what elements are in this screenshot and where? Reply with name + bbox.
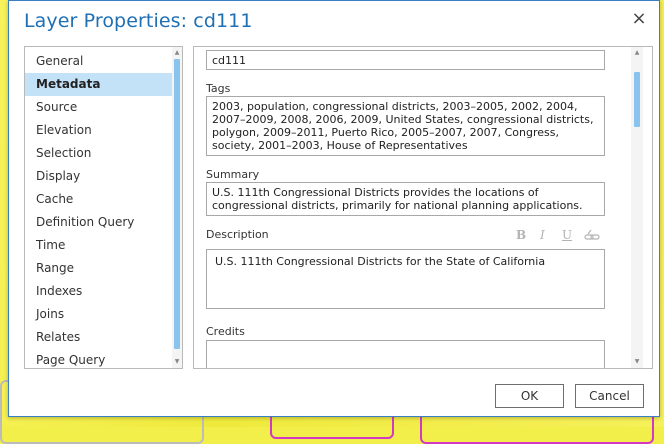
scroll-thumb[interactable] xyxy=(174,59,180,349)
nav-item-elevation[interactable]: Elevation xyxy=(25,119,172,142)
scroll-up-icon[interactable]: ▲ xyxy=(173,49,181,57)
description-input[interactable]: U.S. 111th Congressional Districts for t… xyxy=(206,249,605,309)
nav-item-general[interactable]: General xyxy=(25,50,172,73)
tags-label: Tags xyxy=(206,82,231,95)
scroll-thumb[interactable] xyxy=(634,72,640,127)
tags-input[interactable]: 2003, population, congressional district… xyxy=(206,96,605,156)
close-icon[interactable]: × xyxy=(629,9,649,29)
metadata-panel: cd111 Tags 2003, population, congression… xyxy=(193,46,653,369)
nav-item-range[interactable]: Range xyxy=(25,257,172,280)
ok-button[interactable]: OK xyxy=(495,384,564,408)
nav-scrollbar[interactable]: ▲ ▼ xyxy=(172,47,182,368)
credits-label: Credits xyxy=(206,325,245,338)
nav-item-display[interactable]: Display xyxy=(25,165,172,188)
hyperlink-icon[interactable] xyxy=(584,228,600,245)
nav-item-relates[interactable]: Relates xyxy=(25,326,172,349)
scroll-up-icon[interactable]: ▲ xyxy=(633,49,641,57)
nav-item-cache[interactable]: Cache xyxy=(25,188,172,211)
nav-item-definition-query[interactable]: Definition Query xyxy=(25,211,172,234)
dialog-title: Layer Properties: cd111 xyxy=(24,10,253,32)
nav-item-metadata[interactable]: Metadata xyxy=(25,73,172,96)
summary-input[interactable]: U.S. 111th Congressional Districts provi… xyxy=(206,182,605,216)
description-label: Description xyxy=(206,228,269,241)
bold-button[interactable]: B xyxy=(516,228,526,242)
nav-item-selection[interactable]: Selection xyxy=(25,142,172,165)
metadata-scrollbar[interactable]: ▲ ▼ xyxy=(631,47,643,368)
nav-item-indexes[interactable]: Indexes xyxy=(25,280,172,303)
nav-item-time[interactable]: Time xyxy=(25,234,172,257)
underline-button[interactable]: U xyxy=(562,228,572,242)
nav-item-page-query[interactable]: Page Query xyxy=(25,349,172,368)
layer-properties-dialog: Layer Properties: cd111 × General Metadat… xyxy=(8,0,660,417)
summary-label: Summary xyxy=(206,168,260,181)
nav-item-source[interactable]: Source xyxy=(25,96,172,119)
nav-item-joins[interactable]: Joins xyxy=(25,303,172,326)
scroll-down-icon[interactable]: ▼ xyxy=(633,358,641,366)
scroll-down-icon[interactable]: ▼ xyxy=(173,358,181,366)
properties-nav-list: General Metadata Source Elevation Selection D… xyxy=(24,46,183,369)
cancel-button[interactable]: Cancel xyxy=(575,384,644,408)
title-input[interactable]: cd111 xyxy=(206,50,605,70)
italic-button[interactable]: I xyxy=(540,228,545,242)
credits-input[interactable] xyxy=(206,340,605,368)
